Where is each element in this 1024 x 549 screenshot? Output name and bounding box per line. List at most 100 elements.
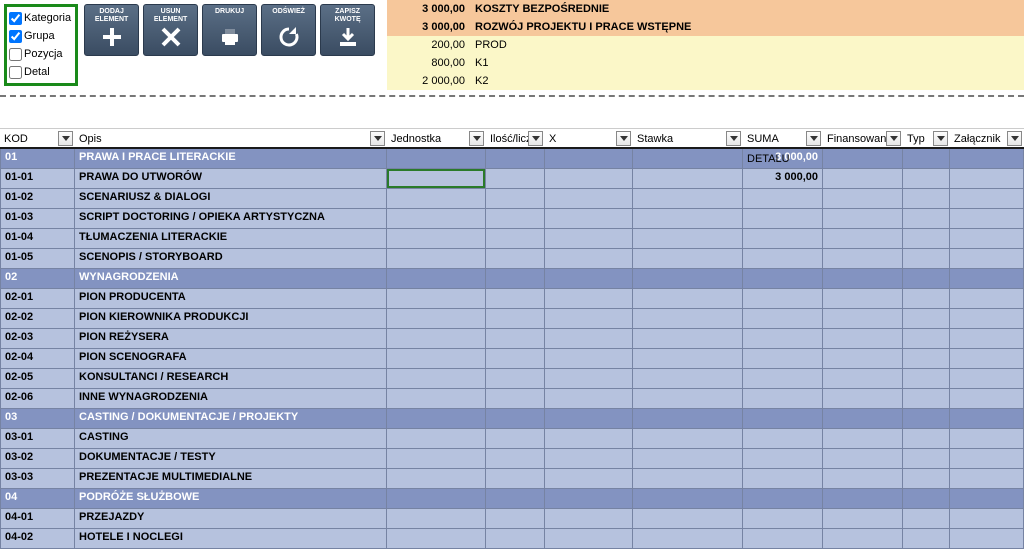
cell-stawka[interactable] xyxy=(633,449,743,469)
cell-jed[interactable] xyxy=(387,429,486,449)
cell-zal[interactable] xyxy=(950,309,1024,329)
cell-opis[interactable]: KONSULTANCI / RESEARCH xyxy=(75,369,387,389)
cell-kod[interactable]: 02-06 xyxy=(0,389,75,409)
save-amount-button[interactable]: ZAPISZKWOTĘ xyxy=(320,4,375,56)
cell-jed[interactable] xyxy=(387,169,486,189)
checkbox-pozycja[interactable]: Pozycja xyxy=(9,45,71,63)
table-row[interactable]: 01-01PRAWA DO UTWORÓW3 000,00 xyxy=(0,169,1024,189)
cell-suma[interactable] xyxy=(743,509,823,529)
cell-zal[interactable] xyxy=(950,209,1024,229)
cell-ilosc[interactable] xyxy=(486,389,545,409)
cell-ilosc[interactable] xyxy=(486,489,545,509)
cell-ilosc[interactable] xyxy=(486,509,545,529)
cell-typ[interactable] xyxy=(903,309,950,329)
cell-opis[interactable]: CASTING xyxy=(75,429,387,449)
cell-fin[interactable] xyxy=(823,289,903,309)
cell-jed[interactable] xyxy=(387,269,486,289)
cell-opis[interactable]: SCENOPIS / STORYBOARD xyxy=(75,249,387,269)
cell-zal[interactable] xyxy=(950,289,1024,309)
refresh-button[interactable]: ODŚWIEŻ xyxy=(261,4,316,56)
cell-ilosc[interactable] xyxy=(486,409,545,429)
cell-x[interactable] xyxy=(545,249,633,269)
cell-fin[interactable] xyxy=(823,249,903,269)
checkbox-pozycja-input[interactable] xyxy=(9,48,22,61)
checkbox-grupa[interactable]: Grupa xyxy=(9,27,71,45)
cell-ilosc[interactable] xyxy=(486,169,545,189)
cell-suma[interactable] xyxy=(743,189,823,209)
cell-opis[interactable]: SCENARIUSZ & DIALOGI xyxy=(75,189,387,209)
filter-ilosc[interactable] xyxy=(528,131,543,146)
cell-zal[interactable] xyxy=(950,269,1024,289)
cell-suma[interactable] xyxy=(743,329,823,349)
cell-jed[interactable] xyxy=(387,449,486,469)
cell-x[interactable] xyxy=(545,429,633,449)
cell-opis[interactable]: PREZENTACJE MULTIMEDIALNE xyxy=(75,469,387,489)
cell-typ[interactable] xyxy=(903,269,950,289)
cell-zal[interactable] xyxy=(950,369,1024,389)
cell-stawka[interactable] xyxy=(633,209,743,229)
cell-fin[interactable] xyxy=(823,149,903,169)
cell-zal[interactable] xyxy=(950,389,1024,409)
table-row[interactable]: 02-02PION KIEROWNIKA PRODUKCJI xyxy=(0,309,1024,329)
cell-ilosc[interactable] xyxy=(486,289,545,309)
table-row[interactable]: 02-04PION SCENOGRAFA xyxy=(0,349,1024,369)
cell-opis[interactable]: PION REŻYSERA xyxy=(75,329,387,349)
cell-typ[interactable] xyxy=(903,189,950,209)
cell-x[interactable] xyxy=(545,449,633,469)
cell-jed[interactable] xyxy=(387,409,486,429)
cell-jed[interactable] xyxy=(387,189,486,209)
cell-zal[interactable] xyxy=(950,469,1024,489)
table-row[interactable]: 01-05SCENOPIS / STORYBOARD xyxy=(0,249,1024,269)
cell-stawka[interactable] xyxy=(633,529,743,549)
cell-kod[interactable]: 02-03 xyxy=(0,329,75,349)
table-row[interactable]: 04-02HOTELE I NOCLEGI xyxy=(0,529,1024,549)
cell-x[interactable] xyxy=(545,229,633,249)
cell-kod[interactable]: 01-02 xyxy=(0,189,75,209)
print-button[interactable]: DRUKUJ xyxy=(202,4,257,56)
table-row[interactable]: 01-04TŁUMACZENIA LITERACKIE xyxy=(0,229,1024,249)
cell-jed[interactable] xyxy=(387,249,486,269)
cell-kod[interactable]: 01-05 xyxy=(0,249,75,269)
cell-stawka[interactable] xyxy=(633,349,743,369)
cell-ilosc[interactable] xyxy=(486,369,545,389)
cell-x[interactable] xyxy=(545,529,633,549)
cell-stawka[interactable] xyxy=(633,369,743,389)
cell-fin[interactable] xyxy=(823,229,903,249)
filter-jednostka[interactable] xyxy=(469,131,484,146)
cell-suma[interactable] xyxy=(743,429,823,449)
cell-ilosc[interactable] xyxy=(486,229,545,249)
cell-zal[interactable] xyxy=(950,409,1024,429)
table-row[interactable]: 01-03SCRIPT DOCTORING / OPIEKA ARTYSTYCZ… xyxy=(0,209,1024,229)
table-row[interactable]: 03CASTING / DOKUMENTACJE / PROJEKTY xyxy=(0,409,1024,429)
cell-suma[interactable] xyxy=(743,369,823,389)
cell-opis[interactable]: PRZEJAZDY xyxy=(75,509,387,529)
cell-kod[interactable]: 03-01 xyxy=(0,429,75,449)
cell-opis[interactable]: PRAWA DO UTWORÓW xyxy=(75,169,387,189)
cell-jed[interactable] xyxy=(387,309,486,329)
cell-ilosc[interactable] xyxy=(486,329,545,349)
cell-typ[interactable] xyxy=(903,449,950,469)
table-row[interactable]: 01PRAWA I PRACE LITERACKIE3 000,00 xyxy=(0,149,1024,169)
table-row[interactable]: 01-02SCENARIUSZ & DIALOGI xyxy=(0,189,1024,209)
filter-zal[interactable] xyxy=(1007,131,1022,146)
cell-kod[interactable]: 04-01 xyxy=(0,509,75,529)
cell-stawka[interactable] xyxy=(633,249,743,269)
table-row[interactable]: 02WYNAGRODZENIA xyxy=(0,269,1024,289)
table-row[interactable]: 04-01PRZEJAZDY xyxy=(0,509,1024,529)
cell-kod[interactable]: 01-04 xyxy=(0,229,75,249)
cell-typ[interactable] xyxy=(903,249,950,269)
cell-stawka[interactable] xyxy=(633,269,743,289)
cell-suma[interactable] xyxy=(743,309,823,329)
cell-x[interactable] xyxy=(545,329,633,349)
cell-typ[interactable] xyxy=(903,289,950,309)
cell-kod[interactable]: 02-04 xyxy=(0,349,75,369)
filter-opis[interactable] xyxy=(370,131,385,146)
cell-fin[interactable] xyxy=(823,469,903,489)
cell-opis[interactable]: PION SCENOGRAFA xyxy=(75,349,387,369)
cell-suma[interactable] xyxy=(743,349,823,369)
cell-jed[interactable] xyxy=(387,469,486,489)
cell-x[interactable] xyxy=(545,509,633,529)
cell-stawka[interactable] xyxy=(633,229,743,249)
cell-kod[interactable]: 01-01 xyxy=(0,169,75,189)
cell-typ[interactable] xyxy=(903,389,950,409)
